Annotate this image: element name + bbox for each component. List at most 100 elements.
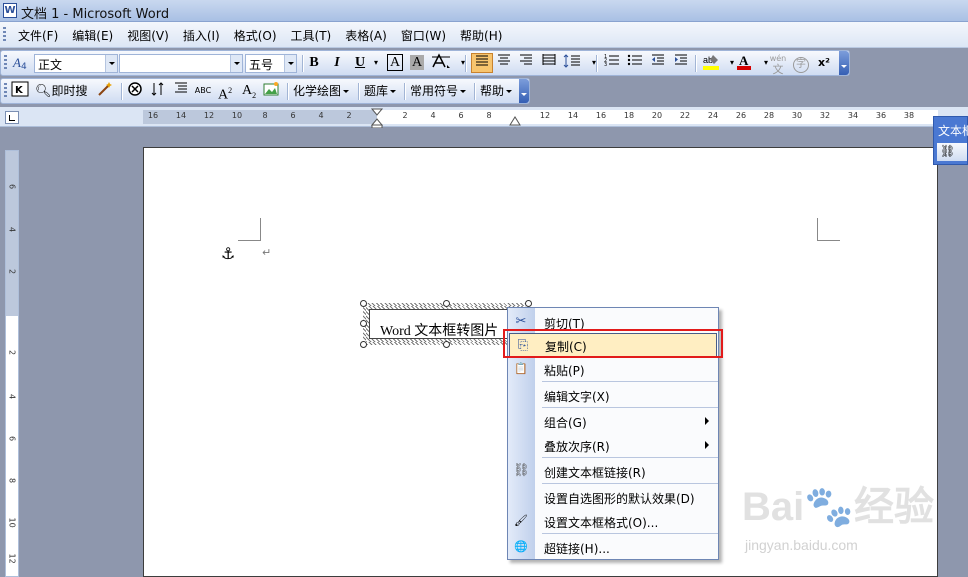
- chevron-down-icon[interactable]: ▾: [453, 53, 473, 73]
- menu-window[interactable]: 窗口(W): [394, 27, 453, 44]
- menu-file[interactable]: 文件(F): [11, 27, 65, 44]
- font-size-combo[interactable]: 五号: [245, 54, 297, 73]
- help-dropdown[interactable]: 帮助: [480, 81, 514, 101]
- magic-wand-icon[interactable]: [95, 81, 115, 101]
- resize-handle[interactable]: [443, 300, 450, 307]
- stop-icon[interactable]: [125, 81, 145, 101]
- toolbar-options-button[interactable]: [839, 51, 849, 75]
- tab-selector-button[interactable]: [5, 111, 19, 124]
- menu-separator: [542, 533, 718, 534]
- svg-text:4: 4: [21, 62, 27, 71]
- word-app-icon[interactable]: W: [3, 3, 17, 18]
- formatting-toolbar: A4 正文 五号 B I U ▾ A A ▾ ▾ 123 ab ▾ A ▾ wé…: [0, 50, 850, 76]
- font-color-icon[interactable]: A: [734, 53, 754, 73]
- paste-icon: 📋: [514, 362, 528, 375]
- vertical-ruler[interactable]: 6 4 2 2 4 6 8 10 12: [5, 150, 19, 577]
- bullets-icon[interactable]: [625, 53, 645, 73]
- phonetic-guide-icon[interactable]: wén 文: [768, 53, 788, 75]
- menu-format[interactable]: 格式(O): [227, 27, 284, 44]
- menu-item-hyperlink[interactable]: 🌐 超链接(H)...: [508, 535, 718, 559]
- menu-item-set-default[interactable]: 设置自选图形的默认效果(D): [508, 485, 718, 509]
- char-shading-button[interactable]: A: [407, 53, 427, 73]
- decrease-indent-icon[interactable]: [648, 53, 668, 73]
- spellcheck-icon[interactable]: ABC: [193, 81, 213, 101]
- margin-corner-mark: [817, 218, 840, 241]
- align-justify-button[interactable]: [471, 53, 493, 73]
- increase-indent-icon[interactable]: [671, 53, 691, 73]
- menu-edit[interactable]: 编辑(E): [65, 27, 120, 44]
- menu-separator: [542, 407, 718, 408]
- submenu-arrow-icon: [705, 417, 709, 425]
- bold-button[interactable]: B: [304, 53, 324, 73]
- question-bank-dropdown[interactable]: 题库: [364, 81, 398, 101]
- floating-toolbar-body[interactable]: ⛓: [937, 143, 967, 161]
- resize-handle[interactable]: [360, 320, 367, 327]
- font-combo[interactable]: [119, 54, 243, 73]
- menu-separator: [542, 483, 718, 484]
- toolbar-separator: [465, 55, 466, 72]
- common-symbols-dropdown[interactable]: 常用符号: [410, 81, 468, 101]
- menu-view[interactable]: 视图(V): [120, 27, 176, 44]
- menu-item-group[interactable]: 组合(G): [508, 409, 718, 433]
- menu-help[interactable]: 帮助(H): [453, 27, 509, 44]
- char-border-button[interactable]: A: [385, 53, 405, 73]
- margin-corner-mark: [238, 218, 261, 241]
- italic-button[interactable]: I: [327, 53, 347, 73]
- enclose-char-icon[interactable]: 字: [791, 53, 811, 73]
- link-icon: ⛓: [513, 463, 530, 478]
- horizontal-ruler[interactable]: 16 14 12 10 8 6 4 2 2 4 6 8 12 14 16 18 …: [143, 110, 938, 124]
- text-box-content[interactable]: Word 文本框转图片: [380, 320, 498, 340]
- resize-handle[interactable]: [360, 300, 367, 307]
- insert-picture-icon[interactable]: [262, 81, 282, 101]
- menubar-grip[interactable]: [3, 27, 6, 43]
- align-right-button[interactable]: [516, 53, 536, 73]
- right-indent-marker-icon[interactable]: [509, 115, 521, 126]
- instant-search-button[interactable]: 🔍︎即时搜: [35, 81, 95, 101]
- distribute-button[interactable]: [539, 53, 559, 73]
- chevron-down-icon[interactable]: [230, 55, 242, 72]
- menu-tools[interactable]: 工具(T): [284, 27, 339, 44]
- menu-separator: [542, 457, 718, 458]
- chem-draw-dropdown[interactable]: 化学绘图: [293, 81, 351, 101]
- menu-item-order[interactable]: 叠放次序(R): [508, 433, 718, 457]
- line-spacing-icon[interactable]: [562, 53, 582, 73]
- link-icon[interactable]: ⛓: [940, 144, 955, 158]
- svg-text:A: A: [739, 53, 749, 68]
- toolbar-separator: [121, 83, 122, 100]
- toolbar-grip[interactable]: [4, 55, 7, 71]
- menu-item-paste[interactable]: 📋 粘贴(P): [508, 357, 718, 381]
- chevron-down-icon[interactable]: [284, 55, 296, 72]
- menu-item-create-link[interactable]: ⛓ 创建文本框链接(R): [508, 459, 718, 483]
- menu-insert[interactable]: 插入(I): [176, 27, 227, 44]
- chevron-down-icon[interactable]: ▾: [584, 53, 604, 73]
- menu-bar: 文件(F) 编辑(E) 视图(V) 插入(I) 格式(O) 工具(T) 表格(A…: [0, 22, 968, 48]
- align-center-button[interactable]: [494, 53, 514, 73]
- annotation-highlight-box: [503, 329, 723, 358]
- superscript-a-icon[interactable]: A2: [215, 81, 235, 103]
- toolbar-separator: [695, 55, 696, 72]
- toolbar-grip[interactable]: [4, 83, 7, 99]
- subscript-a-icon[interactable]: A2: [239, 81, 259, 101]
- superscript-icon[interactable]: x²: [814, 53, 834, 73]
- highlight-icon[interactable]: ab: [700, 53, 722, 73]
- char-scale-icon[interactable]: [429, 53, 453, 73]
- toolbar-options-button[interactable]: [519, 79, 529, 103]
- outline-icon[interactable]: [171, 81, 191, 101]
- menu-item-edit-text[interactable]: 编辑文字(X): [508, 383, 718, 407]
- indent-marker-icon[interactable]: [371, 108, 383, 128]
- resize-handle[interactable]: [360, 341, 367, 348]
- swap-icon[interactable]: [148, 81, 168, 101]
- toolbar-app-icon[interactable]: K: [10, 81, 30, 101]
- styles-pane-icon[interactable]: A4: [11, 53, 31, 73]
- menu-table[interactable]: 表格(A): [338, 27, 394, 44]
- underline-dropdown-icon[interactable]: ▾: [366, 53, 386, 73]
- resize-handle[interactable]: [443, 341, 450, 348]
- text-box-inner[interactable]: Word 文本框转图片: [369, 309, 523, 339]
- numbering-icon[interactable]: 123: [602, 53, 622, 73]
- style-combo[interactable]: 正文: [34, 54, 118, 73]
- resize-handle[interactable]: [525, 300, 532, 307]
- chevron-down-icon[interactable]: [105, 55, 117, 72]
- format-icon: 🖌: [514, 514, 528, 527]
- toolbar-separator: [302, 55, 303, 72]
- menu-item-format-textbox[interactable]: 🖌 设置文本框格式(O)...: [508, 509, 718, 533]
